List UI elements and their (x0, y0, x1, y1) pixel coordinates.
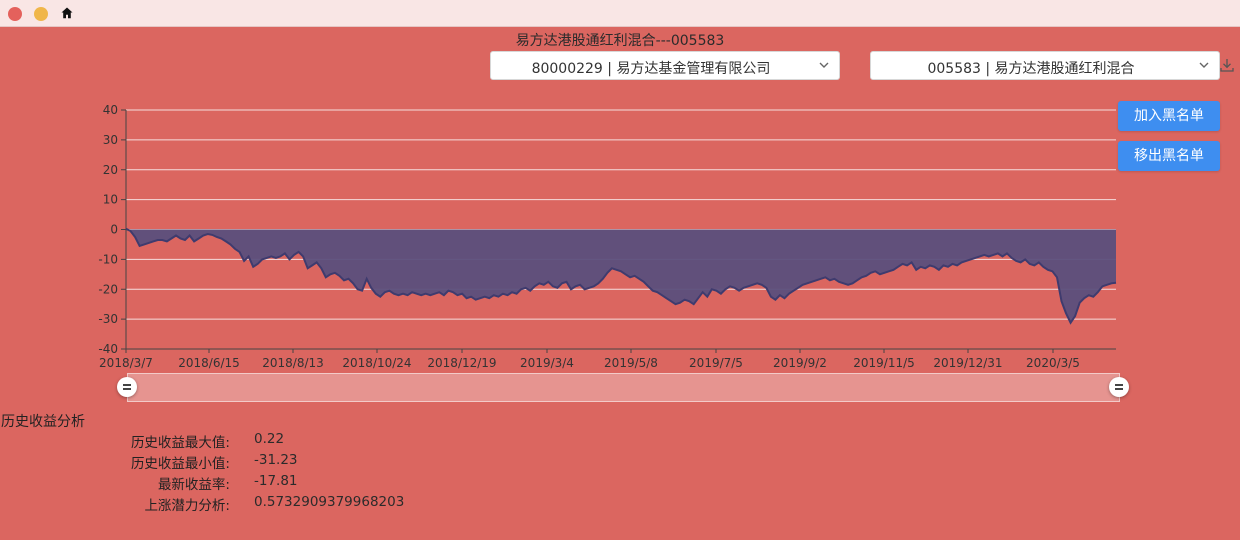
y-tick-label: 40 (103, 103, 118, 117)
x-tick-label: 2019/12/31 (933, 356, 1002, 370)
stat-value: -17.81 (254, 473, 298, 489)
x-tick-label: 2019/7/5 (689, 356, 743, 370)
stat-label: 历史收益最小值: (130, 456, 230, 472)
stat-value: -31.23 (254, 452, 298, 468)
minimize-window-button[interactable] (34, 7, 48, 21)
stat-value: 0.5732909379968203 (254, 494, 405, 510)
y-tick-label: -30 (98, 312, 118, 326)
series-area (126, 228, 1116, 323)
y-tick-label: 0 (110, 223, 118, 237)
company-select-value: 80000229 | 易方达基金管理有限公司 (531, 61, 771, 77)
stat-row-max: 历史收益最大值: 0.22 (0, 431, 600, 452)
x-tick-label: 2018/12/19 (427, 356, 496, 370)
x-tick-label: 2020/3/5 (1026, 356, 1080, 370)
return-chart: 40 30 20 10 0 -10 -20 -30 -402018/3/7 2018/6/15 20… (98, 103, 1117, 370)
fund-select-value: 005583 | 易方达港股通红利混合 (927, 61, 1135, 77)
stat-value: 0.22 (254, 431, 285, 447)
data-zoom-slider[interactable] (127, 373, 1120, 402)
window-titlebar (0, 0, 1240, 27)
zoom-end-handle[interactable] (1109, 377, 1129, 397)
stat-row-potential: 上涨潜力分析: 0.5732909379968203 (0, 494, 600, 515)
y-tick-label: -20 (98, 282, 118, 296)
chevron-down-icon (819, 62, 829, 68)
x-tick-label: 2019/3/4 (520, 356, 574, 370)
stat-label: 最新收益率: (157, 477, 230, 493)
stat-row-latest: 最新收益率: -17.81 (0, 473, 600, 494)
zoom-start-handle[interactable] (117, 377, 137, 397)
x-tick-label: 2019/5/8 (604, 356, 658, 370)
y-tick-label: -40 (98, 342, 118, 356)
x-tick-label: 2019/11/5 (853, 356, 915, 370)
x-tick-label: 2018/8/13 (262, 356, 324, 370)
stat-row-min: 历史收益最小值: -31.23 (0, 452, 600, 473)
y-tick-label: -10 (98, 252, 118, 266)
close-window-button[interactable] (8, 7, 22, 21)
y-tick-label: 10 (103, 193, 118, 207)
page-title: 易方达港股通红利混合---005583 (515, 33, 725, 49)
stat-label: 上涨潜力分析: (144, 498, 230, 514)
x-tick-label: 2018/10/24 (342, 356, 411, 370)
x-tick-label: 2019/9/2 (773, 356, 827, 370)
y-tick-label: 30 (103, 133, 118, 147)
stat-label: 历史收益最大值: (130, 435, 230, 451)
chevron-down-icon (1199, 62, 1209, 68)
company-select[interactable]: 80000229 | 易方达基金管理有限公司 (490, 51, 840, 80)
x-tick-label: 2018/6/15 (178, 356, 240, 370)
y-tick-label: 20 (103, 163, 118, 177)
home-icon[interactable] (60, 6, 74, 20)
analysis-section-title: 历史收益分析 (1, 414, 85, 430)
x-tick-label: 2018/3/7 (99, 356, 153, 370)
fund-select[interactable]: 005583 | 易方达港股通红利混合 (870, 51, 1220, 80)
download-icon[interactable] (1219, 57, 1235, 73)
